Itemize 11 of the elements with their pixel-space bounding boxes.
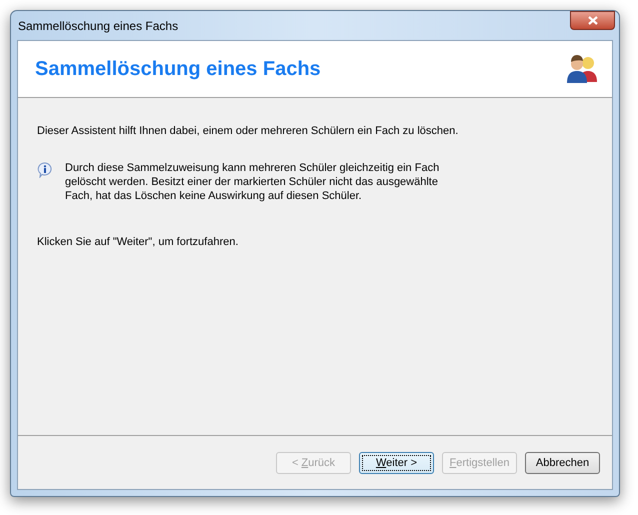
close-button[interactable] xyxy=(570,11,615,30)
info-icon xyxy=(37,162,53,178)
header-title: Sammellöschung eines Fachs xyxy=(35,57,321,82)
intro-text: Dieser Assistent hilft Ihnen dabei, einem oder mehreren Schülern ein Fach zu löschen. xyxy=(37,124,460,138)
close-icon xyxy=(588,16,598,25)
info-text: Durch diese Sammelzuweisung kann mehreren Schüler gleichzeitig ein Fach gelöscht werden. Besitzt einer der markierten Schüler nicht das ausgewählte Fach, hat das Löschen keine Auswirkung auf diesen Schüler. xyxy=(65,161,440,203)
window-title: Sammellöschung eines Fachs xyxy=(17,18,178,34)
instruction-text: Klicken Sie auf "Weiter", um fortzufahren. xyxy=(37,235,240,249)
users-icon xyxy=(566,54,598,84)
dialog-button[interactable]: Weiter > xyxy=(359,452,434,474)
dialog-button[interactable]: Abbrechen xyxy=(525,452,600,474)
